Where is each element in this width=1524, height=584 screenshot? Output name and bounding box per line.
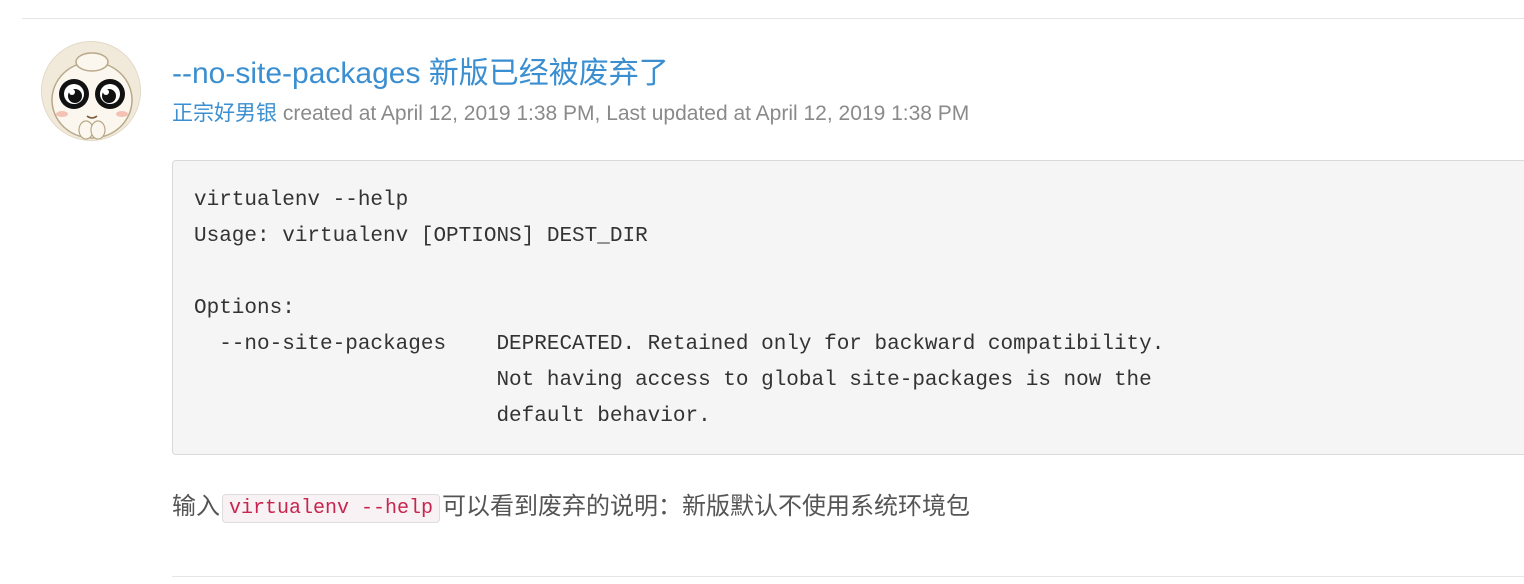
post-meta: 正宗好男银 created at April 12, 2019 1:38 PM,… <box>172 100 969 128</box>
post-meta-text: created at April 12, 2019 1:38 PM, Last … <box>277 102 970 125</box>
code-block: virtualenv --help Usage: virtualenv [OPT… <box>172 160 1524 455</box>
inline-code: virtualenv --help <box>222 494 441 523</box>
post-body-paragraph: 输入 virtualenv --help 可以看到废弃的说明：新版默认不使用系统环境… <box>172 488 970 528</box>
author-link[interactable]: 正宗好男银 <box>172 102 277 125</box>
cartoon-face-avatar-icon <box>42 42 140 140</box>
post-title-link[interactable]: --no-site-packages 新版已经被废弃了 <box>172 54 669 94</box>
body-prefix: 输入 <box>172 493 220 520</box>
top-divider <box>22 18 1524 19</box>
avatar[interactable] <box>41 41 141 141</box>
body-suffix: 可以看到废弃的说明：新版默认不使用系统环境包 <box>442 493 971 520</box>
bottom-divider <box>172 576 1524 577</box>
post-page: --no-site-packages 新版已经被废弃了 正宗好男银 create… <box>0 0 1524 584</box>
